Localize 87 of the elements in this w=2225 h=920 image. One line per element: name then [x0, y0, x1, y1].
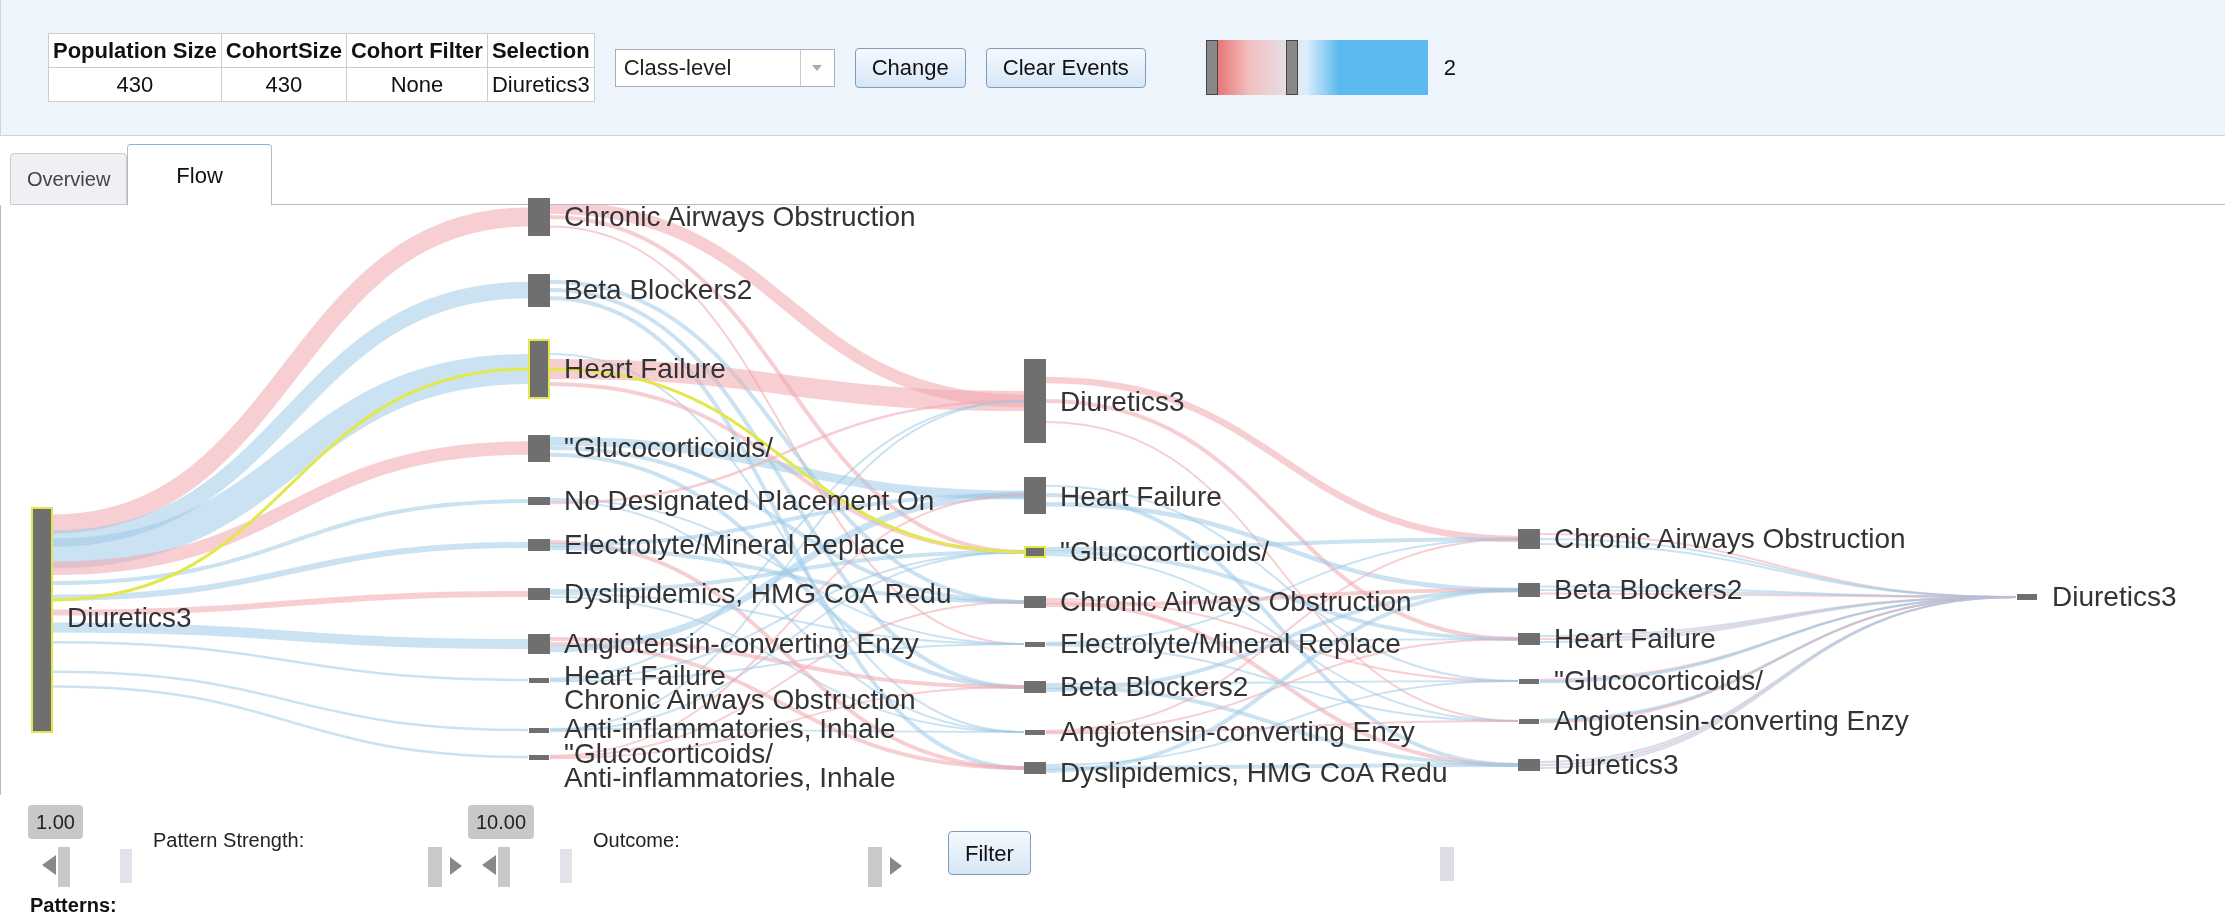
slider-handle[interactable]	[560, 849, 572, 883]
level-dropdown[interactable]: Class-level	[614, 48, 835, 87]
flow-node[interactable]	[1518, 633, 1540, 645]
dropdown-arrow-icon	[812, 64, 823, 71]
node-label: Electrolyte/Mineral Replace	[564, 530, 905, 560]
node-label: Heart Failure	[1554, 624, 1716, 654]
node-label: Chronic Airways Obstruction	[564, 685, 916, 715]
left-arrow-icon[interactable]	[42, 855, 56, 875]
node-label: Angiotensin-converting Enzy	[1554, 706, 1909, 736]
slider-end-handle[interactable]	[868, 847, 882, 887]
slider-thumb[interactable]	[498, 847, 510, 887]
right-arrow-icon[interactable]	[890, 857, 902, 875]
slider-label: Outcome:	[593, 828, 680, 853]
table-cell: None	[346, 67, 488, 102]
node-label: Angiotensin-converting Enzy	[564, 629, 919, 659]
flow-node[interactable]	[1025, 729, 1045, 735]
flow-node[interactable]	[1024, 546, 1046, 558]
flow-node[interactable]	[31, 507, 53, 733]
node-label: Anti-inflammatories, Inhale	[564, 714, 896, 744]
node-label: Beta Blockers2	[1060, 672, 1249, 702]
flow-node[interactable]	[528, 273, 550, 307]
node-label: "Glucocorticoids/	[1060, 537, 1270, 567]
slider-end-handle[interactable]	[428, 847, 442, 887]
node-label: Beta Blockers2	[564, 275, 753, 305]
slider-value-bubble: 1.00	[28, 805, 83, 839]
table-header: Population Size	[48, 33, 222, 68]
table-header: Cohort Filter	[346, 33, 488, 68]
filter-button[interactable]: Filter	[948, 831, 1031, 875]
flow-node[interactable]	[528, 539, 550, 551]
node-label: "Glucocorticoids/	[564, 433, 774, 463]
flow-node[interactable]	[529, 754, 549, 760]
slider-label: Pattern Strength:	[153, 828, 305, 853]
flow-node[interactable]	[1024, 476, 1046, 514]
flow-node[interactable]	[528, 588, 550, 600]
table-header: CohortSize	[221, 33, 347, 68]
table-header: Selection	[487, 33, 595, 68]
node-label: Electrolyte/Mineral Replace	[1060, 629, 1401, 659]
flow-node[interactable]	[528, 497, 550, 505]
flow-node[interactable]	[1024, 762, 1046, 774]
table-cell: 430	[48, 67, 222, 102]
range-reading: 2	[1443, 54, 1456, 82]
range-handle[interactable]	[1285, 40, 1298, 95]
node-label: Diuretics3	[1554, 750, 1679, 780]
flow-node[interactable]	[528, 434, 550, 462]
node-label: Diuretics3	[2052, 582, 2177, 612]
clear-events-button[interactable]: Clear Events	[985, 47, 1146, 88]
flow-node[interactable]	[1518, 759, 1540, 771]
flow-node[interactable]	[1519, 678, 1539, 684]
color-range-slider[interactable]	[1205, 40, 1428, 95]
range-handle[interactable]	[1205, 40, 1218, 95]
flow-node[interactable]	[528, 339, 550, 399]
flow-node[interactable]	[1024, 596, 1046, 608]
patterns-heading: Patterns:	[30, 893, 117, 918]
node-label: Dyslipidemics, HMG CoA Redu	[1060, 758, 1448, 788]
node-label: Chronic Airways Obstruction	[564, 202, 916, 232]
slider-handle[interactable]	[120, 849, 132, 883]
flow-node[interactable]	[1518, 529, 1540, 549]
tab[interactable]: Overview	[10, 153, 128, 205]
node-label: Chronic Airways Obstruction	[1060, 587, 1412, 617]
table-cell: Diuretics3	[487, 67, 595, 102]
flow-node[interactable]	[529, 677, 549, 683]
flow-node[interactable]	[2017, 594, 2037, 600]
slider-thumb[interactable]	[58, 847, 70, 887]
flow-node[interactable]	[1518, 583, 1540, 597]
node-label: "Glucocorticoids/	[1554, 666, 1764, 696]
slider-value-bubble: 10.00	[468, 805, 535, 839]
flow-node[interactable]	[1024, 359, 1046, 443]
table-cell: 430	[221, 67, 347, 102]
flow-node[interactable]	[1519, 718, 1539, 724]
flow-node[interactable]	[1024, 681, 1046, 693]
flow-node[interactable]	[1025, 641, 1045, 647]
node-label: Heart Failure	[1060, 482, 1222, 512]
flow-node[interactable]	[528, 634, 550, 654]
node-label: Dyslipidemics, HMG CoA Redu	[564, 579, 952, 609]
flow-node[interactable]	[529, 727, 549, 733]
node-label: Angiotensin-converting Enzy	[1060, 717, 1415, 747]
left-arrow-icon[interactable]	[482, 855, 496, 875]
slider-handle[interactable]	[1440, 847, 1454, 881]
node-label: Chronic Airways Obstruction	[1554, 524, 1906, 554]
flow-node[interactable]	[528, 198, 550, 236]
node-label: Anti-inflammatories, Inhale	[564, 763, 896, 793]
node-label: Beta Blockers2	[1554, 575, 1743, 605]
node-label: Diuretics3	[67, 603, 192, 633]
right-arrow-icon[interactable]	[450, 857, 462, 875]
tab[interactable]: Flow	[127, 144, 272, 206]
node-label: Diuretics3	[1060, 387, 1185, 417]
change-button[interactable]: Change	[854, 47, 966, 88]
